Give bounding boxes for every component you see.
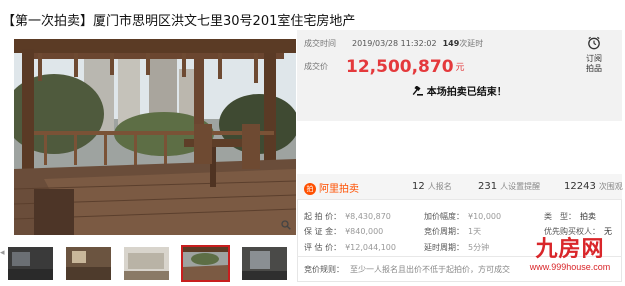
deal-time-label: 成交时间 [304, 39, 336, 48]
type-label: 类 型： [544, 212, 576, 221]
thumbnail-2[interactable] [66, 247, 111, 280]
signups-count: 12 [412, 181, 425, 192]
watermark: 九房网 www.999house.com [518, 237, 622, 273]
cycle-value: 1天 [468, 227, 482, 236]
start-price-label: 起 拍 价： [304, 212, 342, 221]
priority-field: 优先购买权人： 无 [544, 226, 612, 237]
appraise-label: 评 估 价： [304, 243, 342, 252]
start-price-value: ¥8,430,870 [345, 212, 391, 221]
type-field: 类 型： 拍卖 [544, 211, 596, 222]
auction-ended-banner: 本场拍卖已结束！ [297, 82, 622, 104]
thumbnail-4-active[interactable] [181, 245, 230, 282]
reminders-label: 人设置提醒 [500, 182, 541, 191]
watermark-url: www.999house.com [529, 262, 611, 272]
signups-label: 人报名 [427, 182, 452, 191]
appraise-value: ¥12,044,100 [345, 243, 396, 252]
start-price-field: 起 拍 价： ¥8,430,870 [304, 211, 391, 222]
alarm-clock-icon [572, 35, 616, 54]
bid-rule-label: 竞价规则： [304, 265, 344, 274]
type-value: 拍卖 [580, 212, 596, 221]
ali-auction-logo[interactable]: 拍阿里拍卖 [304, 180, 359, 195]
ali-logo-icon: 拍 [304, 183, 316, 195]
priority-value: 无 [604, 227, 612, 236]
deal-price-label: 成交价 [304, 62, 328, 71]
cycle-field: 竞价周期： 1天 [424, 226, 481, 237]
views-label: 次围观 [598, 182, 623, 191]
watermark-brand: 九房网 [535, 237, 605, 262]
property-photo-image [14, 39, 296, 235]
deposit-value: ¥840,000 [345, 227, 384, 236]
reminders-stat: 231 人设置提醒 [478, 181, 540, 192]
subscribe-label-1: 订阅 [586, 54, 602, 63]
delay-count: 149 [442, 39, 460, 48]
views-count: 12243 [564, 181, 596, 192]
gavel-icon [412, 85, 426, 98]
page-title: 【第一次拍卖】厦门市思明区洪文七里30号201室住宅房地产 [2, 14, 356, 29]
deal-time-value: 2019/03/28 11:32:02 [352, 39, 437, 48]
bid-rule-row: 竞价规则： 至少一人报名且出价不低于起拍价，方可成交 [304, 264, 510, 275]
increment-value: ¥10,000 [468, 212, 502, 221]
thumbnail-5[interactable] [242, 247, 287, 280]
increment-label: 加价幅度： [424, 212, 464, 221]
delay-count-label: 次延时 [459, 39, 484, 48]
appraise-field: 评 估 价： ¥12,044,100 [304, 242, 396, 253]
subscribe-label-2: 拍品 [586, 64, 602, 73]
views-stat: 12243 次围观 [564, 181, 623, 192]
deal-price-row: 成交价 12,500,870 元 [304, 56, 465, 77]
zoom-icon[interactable] [281, 220, 291, 233]
delay-period-field: 延时周期： 5分钟 [424, 242, 489, 253]
main-photo[interactable] [14, 39, 296, 235]
delay-period-value: 5分钟 [468, 243, 490, 252]
cycle-label: 竞价周期： [424, 227, 464, 236]
deposit-label: 保 证 金： [304, 227, 342, 236]
ali-logo-text: 阿里拍卖 [319, 184, 359, 195]
reminders-count: 231 [478, 181, 498, 192]
subscribe-button[interactable]: 订阅 拍品 [572, 35, 616, 74]
thumb-prev-icon[interactable]: ◂ [0, 248, 5, 258]
deal-price-value: 12,500,870 [346, 56, 454, 77]
bid-rule-value: 至少一人报名且出价不低于起拍价，方可成交 [350, 265, 510, 274]
priority-label: 优先购买权人： [544, 227, 600, 236]
deal-time-row: 成交时间 2019/03/28 11:32:02 149次延时 [304, 38, 483, 49]
thumbnail-1[interactable] [8, 247, 53, 280]
auction-ended-text: 本场拍卖已结束！ [426, 87, 507, 98]
signups-stat: 12 人报名 [412, 181, 452, 192]
deal-price-unit: 元 [455, 63, 465, 73]
delay-period-label: 延时周期： [424, 243, 464, 252]
increment-field: 加价幅度： ¥10,000 [424, 211, 501, 222]
thumbnail-3[interactable] [124, 247, 169, 280]
deposit-field: 保 证 金： ¥840,000 [304, 226, 383, 237]
